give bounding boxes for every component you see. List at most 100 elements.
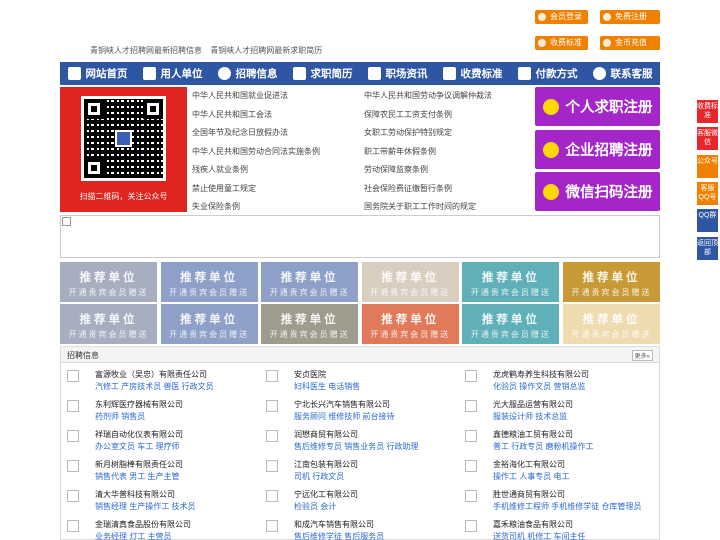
company-positions[interactable]: 服务顾问 维修技师 前台接待: [294, 411, 394, 422]
company-name[interactable]: 鑫德粮油工贸有限公司: [493, 429, 573, 440]
law-link[interactable]: 全国年节及纪念日放假办法: [192, 127, 288, 138]
more-jobs-link[interactable]: 更多»: [631, 350, 653, 361]
law-link[interactable]: 中华人民共和国劳动合同法实施条例: [192, 146, 320, 157]
recommend-subtitle: 开通贵宾会员赠送: [470, 330, 551, 339]
company-positions[interactable]: 业务经理 灯工 主营员: [95, 531, 171, 540]
law-link[interactable]: 中华人民共和国劳动争议调解仲裁法: [364, 90, 492, 101]
nav-item-6[interactable]: 付款方式: [510, 62, 585, 85]
company-logo: [266, 460, 278, 472]
personal-register-button[interactable]: 个人求职注册: [535, 87, 660, 126]
side-button[interactable]: 客服QQ号: [697, 181, 718, 205]
recommend-title: 推荐单位: [280, 314, 339, 326]
company-name[interactable]: 胜世通商贸有限公司: [493, 489, 565, 500]
law-link[interactable]: 劳动保障监察条例: [364, 164, 428, 175]
page: 青铜峡人才招聘网最新招聘信息 青铜峡人才招聘网最新求职简历 会员登录 免费注册 …: [0, 0, 720, 540]
nav-item-2[interactable]: 招聘信息: [210, 62, 285, 85]
side-button[interactable]: 返回顶部: [697, 236, 718, 260]
company-name[interactable]: 东利辉医疗器械有限公司: [95, 399, 183, 410]
company-name[interactable]: 润懋商贸有限公司: [294, 429, 358, 440]
broken-image-icon: [62, 217, 71, 226]
nav-item-3[interactable]: 求职简历: [285, 62, 360, 85]
company-name[interactable]: 清大华普科技有限公司: [95, 489, 175, 500]
company-name[interactable]: 光大服品运营有限公司: [493, 399, 573, 410]
company-name[interactable]: 新月树脂棒有限责任公司: [95, 459, 183, 470]
law-link[interactable]: 失业保险条例: [192, 201, 240, 212]
company-name[interactable]: 嘉禾粮油食品有限公司: [493, 519, 573, 530]
company-positions[interactable]: 汽修工 产房技术员 兽医 行政文员: [95, 381, 214, 392]
law-link[interactable]: 职工带薪年休假条例: [364, 146, 436, 157]
company-positions[interactable]: 妇科医生 电话销售: [294, 381, 360, 392]
law-link[interactable]: 残疾人就业条例: [192, 164, 248, 175]
recommend-slot[interactable]: 推荐单位 开通贵宾会员赠送: [361, 262, 459, 302]
law-link[interactable]: 国务院关于职工工作时间的规定: [364, 201, 476, 212]
company-positions[interactable]: 普工 行政专员 磨粉机操作工: [493, 441, 593, 452]
nav-item-4[interactable]: 职场资讯: [360, 62, 435, 85]
company-register-button[interactable]: 企业招聘注册: [535, 130, 660, 169]
company-name[interactable]: 金瑞清真食品股份有限公司: [95, 519, 191, 530]
company-name[interactable]: 江南包装有限公司: [294, 459, 358, 470]
company-positions[interactable]: 服装设计师 技术总监: [493, 411, 567, 422]
recharge-button[interactable]: 金币充值: [600, 36, 660, 50]
nav-item-1[interactable]: 用人单位: [135, 62, 210, 85]
recommend-slot[interactable]: 推荐单位开通贵宾会员赠送: [160, 304, 258, 344]
company-positions[interactable]: 操作工 人事专员 电工: [493, 471, 569, 482]
company-positions[interactable]: 销售经理 生产操作工 技术员: [95, 501, 195, 512]
recommend-title: 推荐单位: [180, 314, 239, 326]
company-positions[interactable]: 化验员 操作文员 营销总监: [493, 381, 585, 392]
recommend-slot[interactable]: 推荐单位 开通贵宾会员赠送: [261, 304, 359, 344]
company-positions[interactable]: 售后维修专员 销售业务员 行政助理: [294, 441, 418, 452]
recommend-slot[interactable]: 推荐单位开通贵宾会员赠送: [462, 304, 560, 344]
wechat-register-button[interactable]: 微信扫码注册: [535, 172, 660, 211]
recommend-title: 推荐单位: [481, 272, 540, 284]
company-logo: [465, 430, 477, 442]
login-button[interactable]: 会员登录: [535, 10, 588, 24]
recommend-slot[interactable]: 推荐单位 开通贵宾会员赠送: [563, 262, 660, 302]
side-button[interactable]: QQ群: [697, 209, 718, 233]
company-name[interactable]: 宁远化工有限公司: [294, 489, 358, 500]
company-positions[interactable]: 检验员 会计: [294, 501, 336, 512]
company-name[interactable]: 祥瑞自动化仪表有限公司: [95, 429, 183, 440]
law-link[interactable]: 中华人民共和国工会法: [192, 109, 272, 120]
side-button[interactable]: 公众号: [697, 154, 718, 178]
company-name[interactable]: 金裕海化工有限公司: [493, 459, 565, 470]
law-link[interactable]: 女职工劳动保护特别规定: [364, 127, 452, 138]
side-button[interactable]: 收费标准: [697, 100, 718, 123]
recommend-title: 推荐单位: [481, 314, 540, 326]
company-positions[interactable]: 司机 行政文员: [294, 471, 344, 482]
latest-jobs-link[interactable]: 青铜峡人才招聘网最新招聘信息: [90, 46, 202, 55]
company-positions[interactable]: 药剂师 销售员: [95, 411, 145, 422]
law-link[interactable]: 社会保险费征缴暂行条例: [364, 183, 452, 194]
company-name[interactable]: 和成汽车销售有限公司: [294, 519, 374, 530]
recommend-slot[interactable]: 推荐单位 开通贵宾会员赠送: [361, 304, 459, 344]
recommend-slot[interactable]: 推荐单位 开通贵宾会员赠送: [160, 262, 258, 302]
side-button[interactable]: 客服微信: [697, 127, 718, 151]
company-name[interactable]: 宁北长兴汽车销售有限公司: [294, 399, 390, 410]
recommend-subtitle: 开通贵宾会员赠送: [68, 330, 149, 339]
company-positions[interactable]: 售后维修学徒 售后服务员: [294, 531, 384, 540]
law-link[interactable]: 禁止使用童工规定: [192, 183, 256, 194]
company-name[interactable]: 安贞医院: [294, 369, 326, 380]
nav-item-7[interactable]: 联系客服: [585, 62, 660, 85]
recommend-subtitle: 开通贵宾会员赠送: [370, 330, 451, 339]
fee-standard-button[interactable]: 收费标准: [535, 36, 588, 50]
nav-item-5[interactable]: 收费标准: [435, 62, 510, 85]
company-positions[interactable]: 送货司机 机修工 车间主任: [493, 531, 585, 540]
company-positions[interactable]: 办公室文员 车工 理疗师: [95, 441, 179, 452]
recommend-slot[interactable]: 推荐单位 开通贵宾会员赠送: [60, 304, 157, 344]
recommend-slot[interactable]: 推荐单位 开通贵宾会员赠送: [563, 304, 660, 344]
company-positions[interactable]: 手机维修工程师 手机维修学徒 仓库管理员: [493, 501, 641, 512]
recommend-subtitle: 开通贵宾会员赠送: [169, 330, 250, 339]
nav-item-0[interactable]: 网站首页: [60, 62, 135, 85]
latest-resumes-link[interactable]: 青铜峡人才招聘网最新求职简历: [210, 46, 322, 55]
register-button[interactable]: 免费注册: [600, 10, 660, 24]
recommend-slot[interactable]: 推荐单位 开通贵宾会员赠送: [261, 262, 359, 302]
law-link[interactable]: 保障农民工工资支付条例: [364, 109, 452, 120]
company-name[interactable]: 龙虎鹤寿养生科技有限公司: [493, 369, 589, 380]
resume-icon: [292, 67, 306, 80]
nav-label: 联系客服: [610, 68, 653, 80]
company-name[interactable]: 富源牧业（吴忠）有限责任公司: [95, 369, 207, 380]
recommend-slot[interactable]: 推荐单位 开通贵宾会员赠送: [462, 262, 560, 302]
recommend-slot[interactable]: 推荐单位 开通贵宾会员赠送: [60, 262, 157, 302]
law-link[interactable]: 中华人民共和国就业促进法: [192, 90, 288, 101]
company-positions[interactable]: 销售代表 男工 生产主管: [95, 471, 179, 482]
